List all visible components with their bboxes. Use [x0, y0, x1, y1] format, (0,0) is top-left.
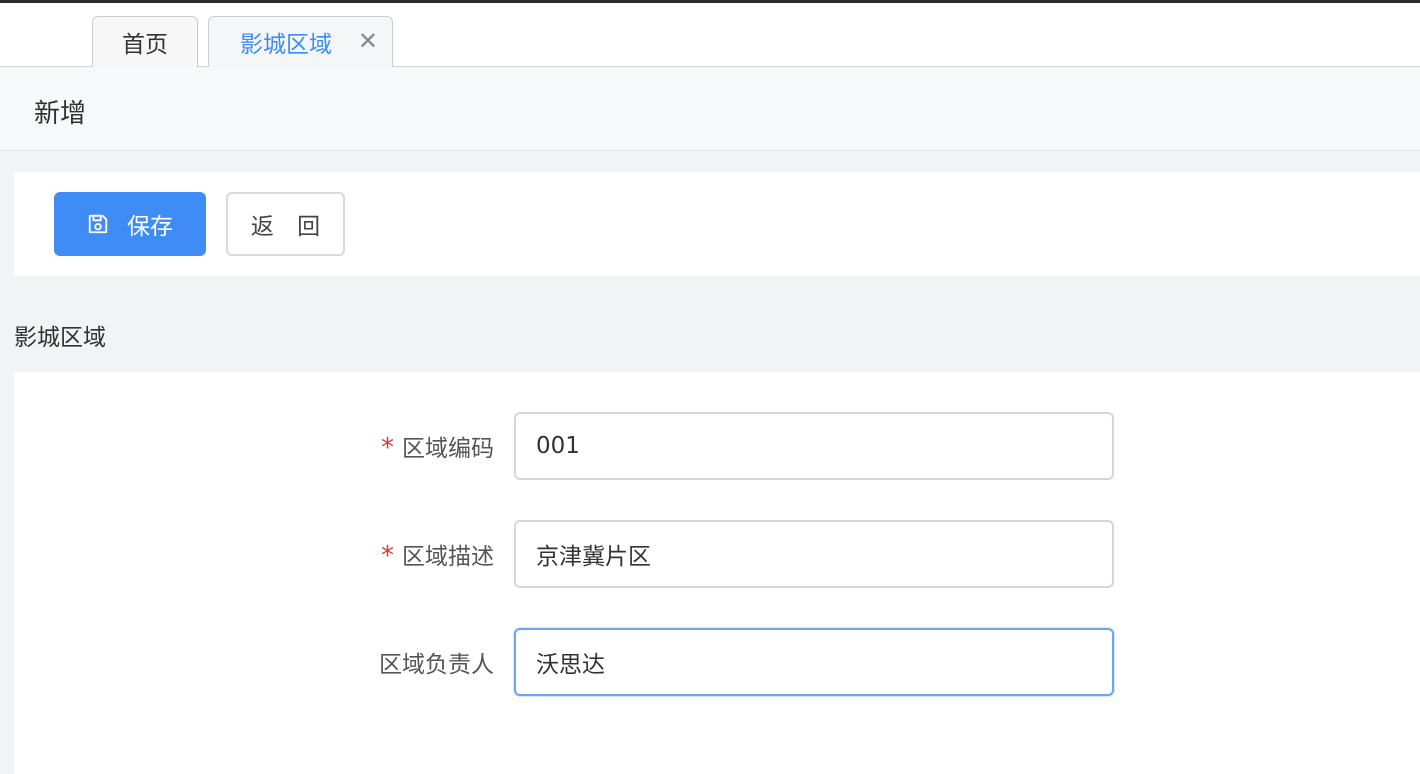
region-desc-label-wrap: * 区域描述: [381, 520, 494, 588]
page-title: 新增: [34, 99, 87, 129]
back-button-label: 返 回: [250, 214, 329, 240]
region-manager-label: 区域负责人: [379, 652, 494, 678]
region-desc-label: 区域描述: [402, 544, 494, 570]
tab-cinema-region-label: 影城区域: [240, 32, 332, 58]
save-button[interactable]: 保存: [54, 192, 206, 256]
region-manager-label-wrap: 区域负责人: [379, 628, 494, 696]
tab-home[interactable]: 首页: [92, 16, 198, 67]
back-button[interactable]: 返 回: [226, 192, 345, 256]
page-header: 新增: [0, 67, 1420, 151]
region-manager-input[interactable]: [514, 628, 1114, 696]
tab-bar: 首页 影城区域 ✕: [0, 3, 1420, 67]
form-row-region-code: * 区域编码: [14, 412, 1420, 480]
required-mark: *: [381, 541, 394, 571]
section-title: 影城区域: [14, 325, 106, 351]
toolbar: 保存 返 回: [14, 172, 1420, 276]
tab-home-label: 首页: [122, 32, 168, 58]
form-row-region-desc: * 区域描述: [14, 520, 1420, 588]
form-row-region-manager: 区域负责人: [14, 628, 1420, 696]
required-mark: *: [381, 433, 394, 463]
save-icon: [88, 214, 108, 234]
save-button-label: 保存: [127, 214, 173, 240]
form-panel: * 区域编码 * 区域描述 区域负责人: [14, 372, 1420, 774]
region-code-label: 区域编码: [402, 436, 494, 462]
close-icon[interactable]: ✕: [358, 29, 378, 53]
region-code-label-wrap: * 区域编码: [381, 412, 494, 480]
region-code-input[interactable]: [514, 412, 1114, 480]
tab-cinema-region[interactable]: 影城区域 ✕: [208, 16, 393, 67]
region-desc-input[interactable]: [514, 520, 1114, 588]
